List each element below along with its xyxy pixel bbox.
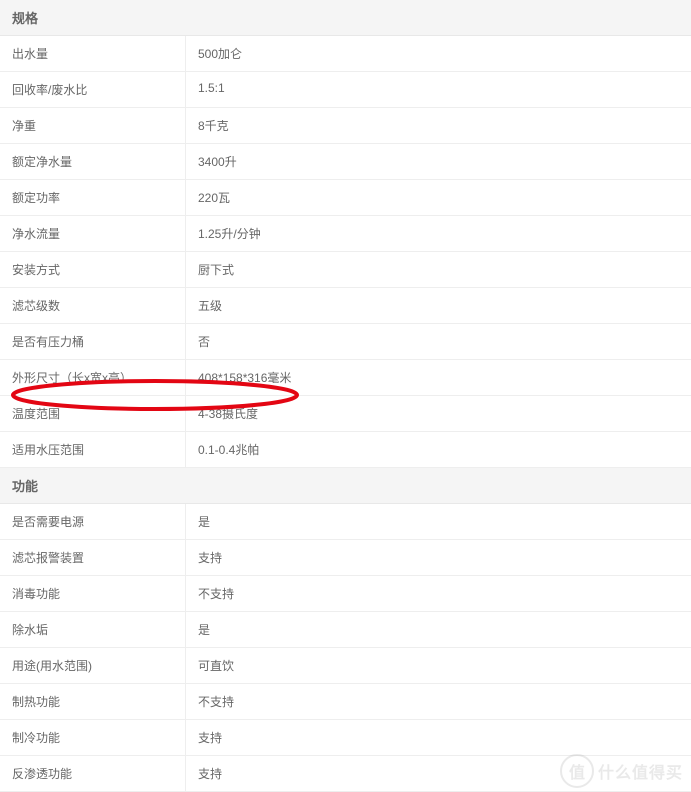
spec-label: 反渗透功能 bbox=[0, 756, 186, 791]
spec-label: 是否有压力桶 bbox=[0, 324, 186, 359]
spec-label: 回收率/废水比 bbox=[0, 72, 186, 107]
table-row: 是否有压力桶 否 bbox=[0, 324, 691, 360]
spec-value: 3400升 bbox=[186, 144, 691, 179]
specification-table: 规格 出水量 500加仑 回收率/废水比 1.5:1 净重 8千克 额定净水量 … bbox=[0, 0, 691, 792]
spec-value: 是 bbox=[186, 612, 691, 647]
table-row: 滤芯级数 五级 bbox=[0, 288, 691, 324]
watermark: 值 什么值得买 bbox=[560, 754, 683, 788]
table-row: 净水流量 1.25升/分钟 bbox=[0, 216, 691, 252]
table-row: 额定净水量 3400升 bbox=[0, 144, 691, 180]
watermark-badge-icon: 值 bbox=[560, 754, 594, 788]
spec-value: 否 bbox=[186, 324, 691, 359]
spec-label: 净重 bbox=[0, 108, 186, 143]
table-row: 消毒功能 不支持 bbox=[0, 576, 691, 612]
table-row: 出水量 500加仑 bbox=[0, 36, 691, 72]
table-row: 用途(用水范围) 可直饮 bbox=[0, 648, 691, 684]
spec-label: 消毒功能 bbox=[0, 576, 186, 611]
table-row: 是否需要电源 是 bbox=[0, 504, 691, 540]
spec-label: 外形尺寸（长x宽x高） bbox=[0, 360, 186, 395]
table-row: 温度范围 4-38摄氏度 bbox=[0, 396, 691, 432]
table-row: 外形尺寸（长x宽x高） 408*158*316毫米 bbox=[0, 360, 691, 396]
spec-label: 用途(用水范围) bbox=[0, 648, 186, 683]
table-row: 制热功能 不支持 bbox=[0, 684, 691, 720]
table-row: 回收率/废水比 1.5:1 bbox=[0, 72, 691, 108]
spec-label: 制热功能 bbox=[0, 684, 186, 719]
spec-value: 408*158*316毫米 bbox=[186, 360, 691, 395]
spec-value: 8千克 bbox=[186, 108, 691, 143]
spec-value: 0.1-0.4兆帕 bbox=[186, 432, 691, 467]
spec-label: 安装方式 bbox=[0, 252, 186, 287]
watermark-text: 什么值得买 bbox=[598, 759, 683, 783]
table-row: 适用水压范围 0.1-0.4兆帕 bbox=[0, 432, 691, 468]
spec-label: 除水垢 bbox=[0, 612, 186, 647]
table-row: 除水垢 是 bbox=[0, 612, 691, 648]
table-row: 安装方式 厨下式 bbox=[0, 252, 691, 288]
table-row: 滤芯报警装置 支持 bbox=[0, 540, 691, 576]
spec-value: 220瓦 bbox=[186, 180, 691, 215]
spec-value: 支持 bbox=[186, 540, 691, 575]
spec-value: 五级 bbox=[186, 288, 691, 323]
spec-value: 1.5:1 bbox=[186, 72, 691, 107]
spec-value: 厨下式 bbox=[186, 252, 691, 287]
spec-value: 支持 bbox=[186, 720, 691, 755]
table-row: 制冷功能 支持 bbox=[0, 720, 691, 756]
spec-label: 滤芯级数 bbox=[0, 288, 186, 323]
spec-value: 可直饮 bbox=[186, 648, 691, 683]
table-row: 净重 8千克 bbox=[0, 108, 691, 144]
spec-label: 出水量 bbox=[0, 36, 186, 71]
spec-label: 制冷功能 bbox=[0, 720, 186, 755]
spec-value: 500加仑 bbox=[186, 36, 691, 71]
spec-label: 适用水压范围 bbox=[0, 432, 186, 467]
spec-label: 滤芯报警装置 bbox=[0, 540, 186, 575]
spec-label: 是否需要电源 bbox=[0, 504, 186, 539]
spec-label: 温度范围 bbox=[0, 396, 186, 431]
section-header-specs: 规格 bbox=[0, 0, 691, 36]
spec-label: 额定功率 bbox=[0, 180, 186, 215]
section-header-features: 功能 bbox=[0, 468, 691, 504]
spec-value: 不支持 bbox=[186, 684, 691, 719]
spec-label: 额定净水量 bbox=[0, 144, 186, 179]
table-row: 额定功率 220瓦 bbox=[0, 180, 691, 216]
spec-value: 是 bbox=[186, 504, 691, 539]
spec-value: 4-38摄氏度 bbox=[186, 396, 691, 431]
spec-value: 不支持 bbox=[186, 576, 691, 611]
spec-value: 1.25升/分钟 bbox=[186, 216, 691, 251]
spec-label: 净水流量 bbox=[0, 216, 186, 251]
